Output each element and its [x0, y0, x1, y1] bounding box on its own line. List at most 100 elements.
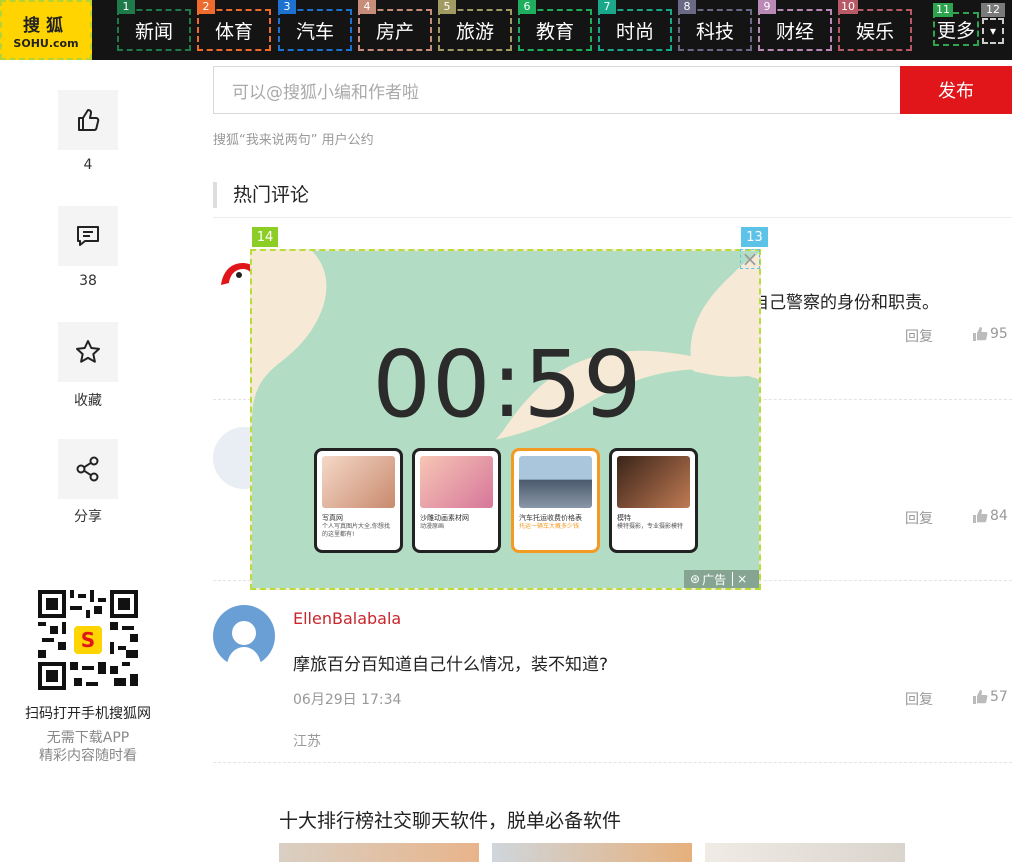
ad-card-image [519, 456, 592, 508]
nav-item-badge: 1 [117, 0, 135, 14]
logo-domain: SOHU.com [13, 36, 79, 50]
nav-more-badge: 11 [933, 3, 953, 17]
comment-3-reply-button[interactable]: 回复 [905, 689, 933, 709]
comment-icon [77, 226, 99, 246]
thumbs-up-icon [973, 690, 988, 704]
nav-item-label: 旅游 [455, 20, 494, 43]
comment-1-reply-button[interactable]: 回复 [905, 326, 933, 346]
nav-item-badge: 9 [758, 0, 776, 14]
comment-2-like-button[interactable]: 84 [972, 508, 1008, 524]
ad-card-image [420, 456, 493, 508]
nav-dropdown-badge: 12 [981, 3, 1005, 17]
nav-item-badge: 8 [678, 0, 696, 14]
nav-item-1[interactable]: 1 新闻 [117, 0, 191, 51]
like-count: 4 [83, 157, 93, 173]
nav-item-badge: 4 [358, 0, 376, 14]
nav-item-7[interactable]: 7 时尚 [598, 0, 672, 51]
comment-3-username[interactable]: EllenBalabala [293, 609, 401, 628]
thumbs-up-icon [973, 509, 988, 523]
qr-main-text: 扫码打开手机搜狐网 [25, 706, 151, 722]
comment-count: 38 [79, 273, 97, 289]
comment-3-like-count: 57 [990, 689, 1008, 705]
comment-input[interactable]: 可以@搜狐小编和作者啦 [213, 66, 901, 114]
nav-more-button[interactable]: 11 更多 [933, 3, 979, 46]
qr-sub-text-2: 精彩内容随时看 [39, 748, 137, 764]
ad-card-title: 写真网 [322, 514, 343, 522]
nav-item-6[interactable]: 6 教育 [518, 0, 592, 51]
ad-badge: 14 [252, 227, 278, 247]
nav-item-label: 娱乐 [855, 20, 894, 43]
logo-chinese: 搜狐 [23, 15, 69, 36]
nav-item-badge: 5 [438, 0, 456, 14]
star-icon [76, 340, 100, 363]
ad-card-image [617, 456, 690, 508]
comment-1-text: 自己警察的身份和职责。 [752, 293, 939, 313]
ad-card-desc: 模特摄影，专业摄影模特 [617, 523, 684, 530]
nav-item-label: 新闻 [134, 20, 173, 43]
qr-sub-text-1: 无需下载APP [46, 730, 130, 746]
share-label: 分享 [74, 509, 102, 525]
ad-close-badge: 13 [741, 227, 768, 247]
ad-card[interactable]: 模特 模特摄影，专业摄影模特 [609, 448, 698, 553]
ad-card-desc: 个人写真图片大全,你想找的这里都有! [322, 523, 390, 538]
nav-item-5[interactable]: 5 旅游 [438, 0, 512, 51]
nav-item-10[interactable]: 10 娱乐 [838, 0, 912, 51]
ad-mark-close-icon[interactable]: × [732, 572, 747, 586]
comment-button[interactable] [58, 206, 118, 266]
comment-1-like-count: 95 [990, 326, 1008, 342]
nav-item-label: 财经 [775, 20, 814, 43]
ad-card-title: 汽车托运收费价格表 [519, 514, 582, 522]
publish-button[interactable]: 发布 [900, 66, 1012, 114]
ad-card[interactable]: 沙雕动画素材网 动漫原画 [412, 448, 501, 553]
nav-item-badge: 10 [838, 0, 858, 14]
article-thumbnail[interactable] [705, 843, 905, 862]
nav-item-8[interactable]: 8 科技 [678, 0, 752, 51]
nav-item-label: 时尚 [615, 20, 654, 43]
svg-text:S: S [81, 628, 95, 652]
hot-comments-title: 热门评论 [213, 182, 309, 208]
ad-card-image [322, 456, 395, 508]
comment-3-like-button[interactable]: 57 [972, 689, 1008, 705]
nav-item-label: 汽车 [295, 20, 334, 43]
nav-item-4[interactable]: 4 房产 [358, 0, 432, 51]
comment-3-avatar[interactable] [213, 605, 275, 667]
nav-item-9[interactable]: 9 财经 [758, 0, 832, 51]
comment-3-text: 摩旅百分百知道自己什么情况，装不知道? [293, 655, 609, 675]
nav-item-3[interactable]: 3 汽车 [278, 0, 352, 51]
ad-card[interactable]: 写真网 个人写真图片大全,你想找的这里都有! [314, 448, 403, 553]
ad-card-desc: 动漫原画 [420, 523, 445, 530]
comment-3-location: 江苏 [293, 734, 321, 750]
share-button[interactable] [58, 439, 118, 499]
favorite-button[interactable] [58, 322, 118, 382]
qr-code: S [38, 590, 138, 690]
divider [213, 217, 1012, 218]
user-agreement-link[interactable]: 搜狐“我来说两句” 用户公约 [213, 129, 374, 148]
divider [213, 762, 1012, 763]
comment-2-reply-button[interactable]: 回复 [905, 508, 933, 528]
article-thumbnail[interactable] [279, 843, 479, 862]
like-button[interactable] [58, 90, 118, 150]
nav-item-label: 教育 [535, 20, 574, 43]
comment-1-like-button[interactable]: 95 [972, 326, 1008, 342]
nav-dropdown-button[interactable]: 12 ▾ [981, 3, 1005, 44]
article-thumbnail[interactable] [492, 843, 692, 862]
ad-mark[interactable]: ⊛ 广告 × [684, 570, 759, 588]
sohu-logo[interactable]: 搜狐 SOHU.com [0, 0, 92, 60]
countdown-timer: 00:59 [372, 331, 643, 438]
comment-3-time: 06月29日 17:34 [293, 692, 402, 708]
ad-card-title: 模特 [617, 514, 631, 522]
thumbs-up-icon [973, 327, 988, 341]
comment-2-like-count: 84 [990, 508, 1008, 524]
ad-card[interactable]: 汽车托运收费价格表 托运一辆车大概多少钱 [511, 448, 600, 553]
popup-ad[interactable]: 00:59 写真网 个人写真图片大全,你想找的这里都有! 沙雕动画素材网 动漫原… [250, 249, 761, 590]
close-icon[interactable]: × [740, 247, 760, 271]
ad-card-desc: 托运一辆车大概多少钱 [519, 523, 580, 530]
favorite-label: 收藏 [74, 393, 102, 409]
ranking-article-title[interactable]: 十大排行榜社交聊天软件，脱单必备软件 [279, 806, 621, 833]
nav-item-label: 房产 [375, 20, 414, 43]
nav-item-badge: 7 [598, 0, 616, 14]
nav-item-2[interactable]: 2 体育 [197, 0, 271, 51]
nav-item-label: 科技 [695, 20, 734, 43]
nav-item-badge: 6 [518, 0, 536, 14]
nav-item-label: 体育 [214, 20, 253, 43]
